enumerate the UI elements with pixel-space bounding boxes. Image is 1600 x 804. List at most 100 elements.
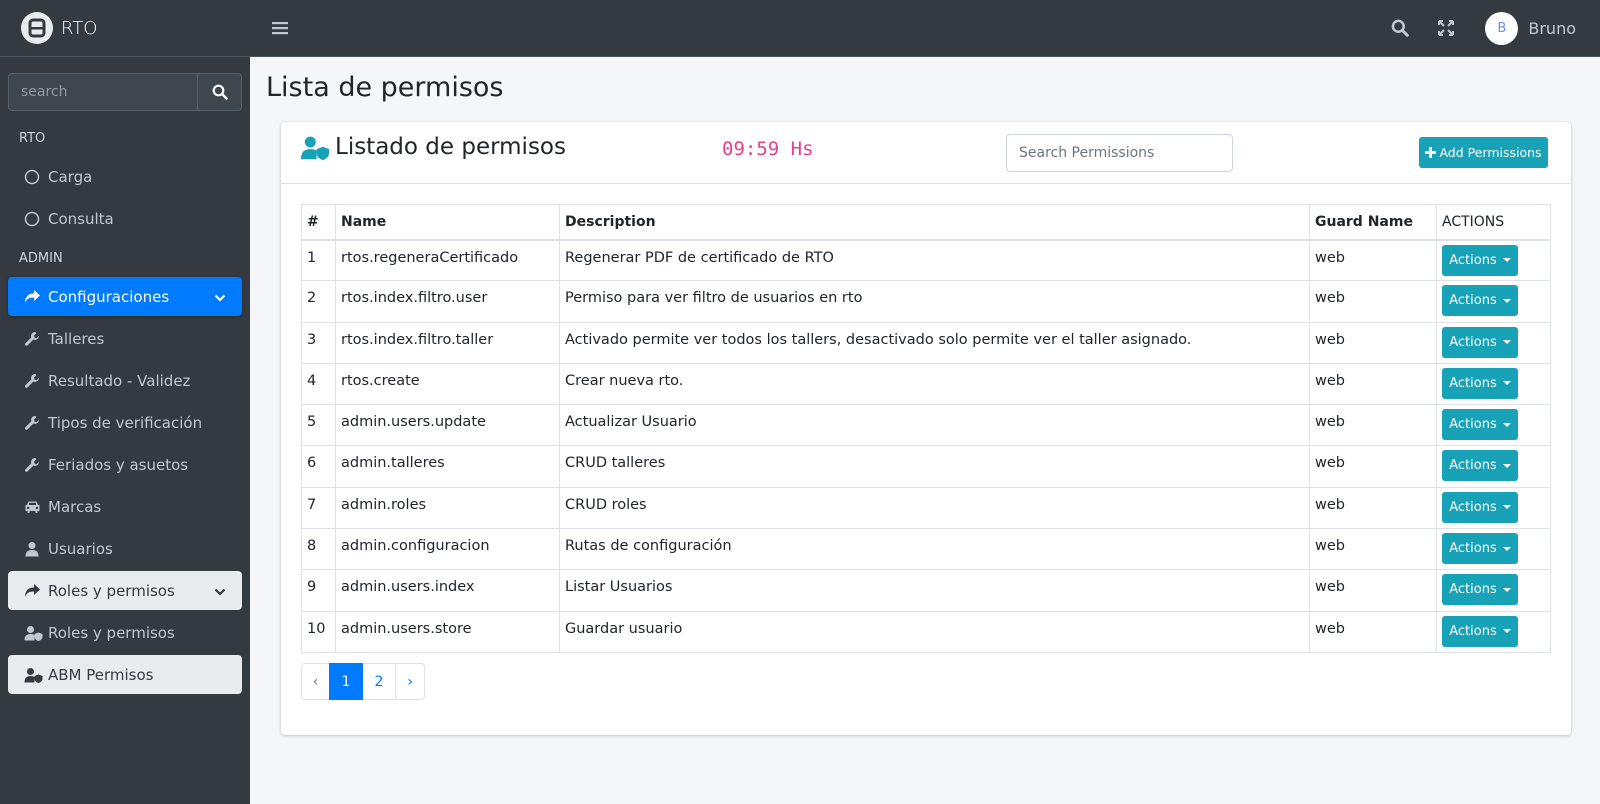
sidebar-item-roles-permisos-group[interactable]: Roles y permisos <box>8 571 242 610</box>
cell-actions: Actions <box>1436 486 1551 530</box>
actions-dropdown-button[interactable]: Actions <box>1442 615 1518 647</box>
actions-dropdown-button[interactable]: Actions <box>1442 326 1518 358</box>
sidebar-item-label: Roles y permisos <box>48 623 175 642</box>
cell-guard: web <box>1309 445 1437 488</box>
cell-guard: web <box>1309 362 1437 406</box>
permissions-table: # Name Description Guard Name ACTIONS 1r… <box>301 204 1551 653</box>
cell-num: 8 <box>301 528 336 571</box>
sidebar-item-roles-permisos[interactable]: Roles y permisos <box>8 613 242 652</box>
caret-down-icon <box>1502 422 1511 427</box>
cell-actions: Actions <box>1436 610 1551 653</box>
sidebar-item-feriados[interactable]: Feriados y asuetos <box>8 445 242 484</box>
fullscreen-icon[interactable] <box>1423 20 1469 36</box>
sidebar-item-resultado-validez[interactable]: Resultado - Validez <box>8 361 242 400</box>
plus-icon <box>1425 147 1437 158</box>
card-header: Listado de permisos 09:59 Hs Add Permiss… <box>281 122 1571 184</box>
actions-label: Actions <box>1449 582 1497 598</box>
sidebar-item-configuraciones[interactable]: Configuraciones <box>8 277 242 316</box>
table-header-row: # Name Description Guard Name ACTIONS <box>301 204 1551 241</box>
search-icon[interactable] <box>1377 19 1423 37</box>
actions-dropdown-button[interactable]: Actions <box>1442 574 1518 606</box>
user-shield-icon <box>24 667 44 683</box>
caret-down-icon <box>1502 546 1511 551</box>
cell-num: 5 <box>301 404 336 447</box>
cell-guard: web <box>1309 238 1437 282</box>
sidebar-item-label: Roles y permisos <box>48 581 175 600</box>
permissions-search-input[interactable] <box>1006 134 1233 172</box>
actions-dropdown-button[interactable]: Actions <box>1442 450 1518 482</box>
pagination-next[interactable]: › <box>395 663 425 700</box>
actions-dropdown-button[interactable]: Actions <box>1442 285 1518 317</box>
actions-dropdown-button[interactable]: Actions <box>1442 409 1518 441</box>
pagination-page-2[interactable]: 2 <box>362 663 396 700</box>
sidebar-item-usuarios[interactable]: Usuarios <box>8 529 242 568</box>
sidebar-item-marcas[interactable]: Marcas <box>8 487 242 526</box>
actions-dropdown-button[interactable]: Actions <box>1442 533 1518 565</box>
cell-actions: Actions <box>1436 404 1551 447</box>
user-name: Bruno <box>1528 18 1576 38</box>
caret-down-icon <box>1502 463 1511 468</box>
sidebar-item-tipos-verificacion[interactable]: Tipos de verificación <box>8 403 242 442</box>
cell-actions: Actions <box>1436 280 1551 323</box>
cell-actions: Actions <box>1436 569 1551 612</box>
actions-label: Actions <box>1449 252 1497 268</box>
caret-down-icon <box>1502 340 1511 345</box>
table-body: 1 rtos.regeneraCertificado Regenerar PDF d… <box>301 238 1551 653</box>
table-row: 4 rtos.create Crear nueva rto. web Actions <box>301 362 1551 406</box>
actions-label: Actions <box>1449 623 1497 639</box>
add-permissions-button[interactable]: Add Permissions <box>1419 137 1548 168</box>
user-menu[interactable]: B Bruno <box>1485 11 1576 45</box>
caret-down-icon <box>1502 381 1511 386</box>
cell-description: Listar Usuarios <box>559 569 1310 612</box>
sidebar-item-label: Consulta <box>48 209 114 228</box>
sidebar: RTO RTO Carga Consulta ADMIN Configuraci… <box>0 0 250 804</box>
cell-description: Rutas de configuración <box>559 528 1310 571</box>
actions-dropdown-button[interactable]: Actions <box>1442 244 1518 276</box>
menu-toggle-icon[interactable] <box>272 21 288 35</box>
sidebar-item-label: Talleres <box>48 329 105 348</box>
sidebar-search <box>8 73 242 111</box>
cell-name: admin.users.index <box>335 569 560 612</box>
share-icon <box>24 583 44 598</box>
actions-label: Actions <box>1449 417 1497 433</box>
cell-description: CRUD talleres <box>559 445 1310 488</box>
clock: 09:59 Hs <box>722 138 814 160</box>
actions-dropdown-button[interactable]: Actions <box>1442 491 1518 523</box>
actions-label: Actions <box>1449 375 1497 391</box>
actions-label: Actions <box>1449 293 1497 309</box>
chevron-down-icon <box>214 288 226 306</box>
table-row: 7 admin.roles CRUD roles web Actions <box>301 486 1551 530</box>
sidebar-item-carga[interactable]: Carga <box>8 157 242 196</box>
pagination-page-1[interactable]: 1 <box>329 663 363 700</box>
sidebar-item-abm-permisos[interactable]: ABM Permisos <box>8 655 242 694</box>
search-icon <box>212 84 228 100</box>
cell-name: admin.roles <box>335 486 560 530</box>
caret-down-icon <box>1502 587 1511 592</box>
cell-actions: Actions <box>1436 362 1551 406</box>
car-icon <box>24 500 44 514</box>
main-content: Lista de permisos Listado de permisos 09… <box>250 57 1600 804</box>
cell-num: 3 <box>301 321 336 364</box>
table-row: 3 rtos.index.filtro.taller Activado permit… <box>301 321 1551 364</box>
cell-name: admin.configuracion <box>335 528 560 571</box>
chevron-down-icon <box>214 582 226 600</box>
cell-name: admin.users.update <box>335 404 560 447</box>
sidebar-item-talleres[interactable]: Talleres <box>8 319 242 358</box>
cell-num: 6 <box>301 445 336 488</box>
pagination-prev[interactable]: ‹ <box>301 663 330 700</box>
pagination: ‹ 1 2 › <box>301 663 425 700</box>
brand[interactable]: RTO <box>0 0 250 57</box>
cell-name: rtos.regeneraCertificado <box>335 238 560 282</box>
circle-icon <box>24 169 44 185</box>
cell-guard: web <box>1309 569 1437 612</box>
cell-actions: Actions <box>1436 238 1551 282</box>
cell-num: 7 <box>301 486 336 530</box>
sidebar-search-button[interactable] <box>197 73 242 111</box>
sidebar-search-input[interactable] <box>8 73 197 111</box>
cell-guard: web <box>1309 486 1437 530</box>
table-row: 5 admin.users.update Actualizar Usuario web… <box>301 404 1551 447</box>
sidebar-item-consulta[interactable]: Consulta <box>8 199 242 238</box>
actions-dropdown-button[interactable]: Actions <box>1442 367 1518 399</box>
col-header-name: Name <box>335 204 560 241</box>
col-header-description: Description <box>559 204 1310 241</box>
